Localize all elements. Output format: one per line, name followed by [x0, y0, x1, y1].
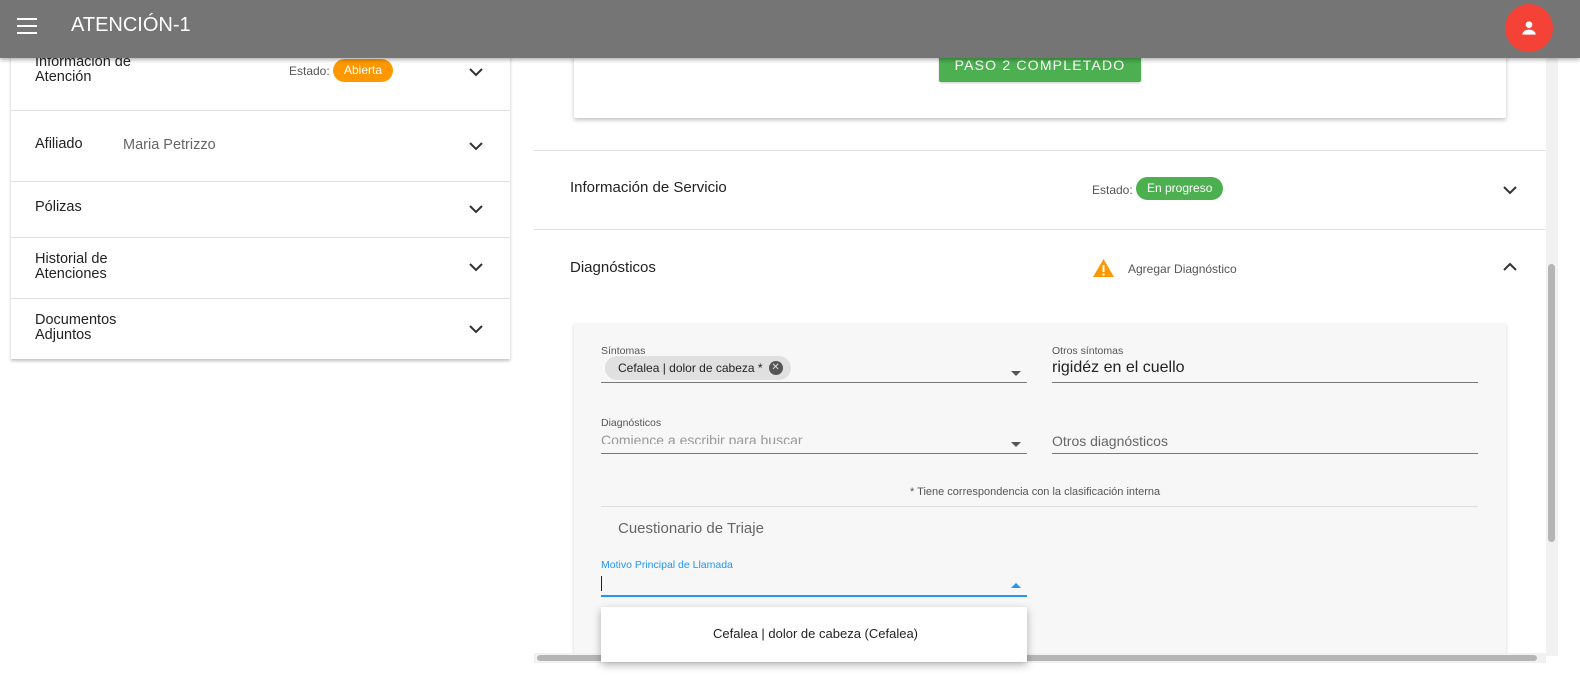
field-label: Motivo Principal de Llamada — [601, 559, 733, 571]
title-line: Historial de — [35, 251, 108, 267]
afiliado-name: Maria Petrizzo — [123, 137, 216, 153]
field-label: Otros síntomas — [1052, 345, 1124, 357]
accordion-title: Documentos Adjuntos — [35, 313, 116, 343]
sintomas-input[interactable] — [601, 382, 1027, 383]
accordion-documentos[interactable]: Documentos Adjuntos — [11, 299, 510, 359]
main-content: PASO 2 COMPLETADO Información de Servici… — [534, 58, 1546, 653]
diagnosticos-search-input[interactable]: Comience a escribir para buscar — [601, 428, 1001, 444]
chevron-down-icon[interactable] — [469, 141, 483, 151]
estado-label: Estado: — [1092, 183, 1133, 197]
otros-diagnosticos-input[interactable] — [1052, 453, 1478, 454]
motivo-input[interactable] — [601, 595, 1027, 597]
chevron-up-icon[interactable] — [1503, 262, 1517, 272]
classification-note: * Tiene correspondencia con la clasifica… — [910, 486, 1161, 498]
app-bar: ATENCIÓN-1 — [0, 0, 1580, 58]
accordion-historial[interactable]: Historial de Atenciones — [11, 238, 510, 299]
chevron-down-icon[interactable] — [469, 262, 483, 272]
accordion-title: Afiliado — [35, 136, 83, 152]
divider — [601, 506, 1478, 507]
triage-title: Cuestionario de Triaje — [618, 520, 764, 537]
chevron-down-icon[interactable] — [1503, 185, 1517, 195]
accordion-polizas[interactable]: Pólizas — [11, 182, 510, 238]
status-badge: En progreso — [1136, 177, 1224, 200]
add-diagnosis-link[interactable]: Agregar Diagnóstico — [1128, 262, 1237, 276]
step-completed-button[interactable]: PASO 2 COMPLETADO — [939, 58, 1141, 82]
left-accordion-panel: Información de Atención Estado: Abierta … — [11, 30, 510, 359]
chevron-down-icon[interactable] — [469, 324, 483, 334]
otros-sintomas-value: rigidéz en el cuello — [1052, 359, 1185, 376]
accordion-title: Información de Atención — [35, 55, 131, 85]
user-avatar-button[interactable] — [1505, 4, 1553, 52]
motivo-dropdown-menu: Cefalea | dolor de cabeza (Cefalea) — [601, 607, 1027, 662]
symptom-chip[interactable]: Cefalea | dolor de cabeza * ✕ — [605, 356, 791, 380]
title-line: Atención — [35, 69, 92, 85]
close-icon[interactable]: ✕ — [768, 361, 783, 375]
person-icon — [1522, 21, 1536, 35]
dropdown-arrow-icon[interactable] — [1011, 583, 1021, 588]
divider — [534, 150, 1546, 151]
text-cursor — [601, 576, 602, 591]
menu-icon[interactable] — [17, 18, 37, 34]
chip-label: Cefalea | dolor de cabeza * — [618, 361, 763, 375]
step-card: PASO 2 COMPLETADO — [574, 58, 1506, 118]
estado-label: Estado: — [289, 64, 330, 78]
accordion-afiliado[interactable]: Afiliado Maria Petrizzo — [11, 111, 510, 182]
diagnosis-form-card: Síntomas Cefalea | dolor de cabeza * ✕ O… — [574, 324, 1506, 653]
title-line: Atenciones — [35, 266, 107, 282]
title-line: Adjuntos — [35, 327, 92, 343]
divider — [534, 229, 1546, 230]
otros-sintomas-input[interactable] — [1052, 382, 1478, 383]
chevron-down-icon[interactable] — [469, 67, 483, 77]
vertical-scroll-thumb[interactable] — [1548, 264, 1555, 542]
dropdown-arrow-icon[interactable] — [1011, 442, 1021, 447]
accordion-title: Pólizas — [35, 199, 82, 215]
dropdown-arrow-icon[interactable] — [1011, 371, 1021, 376]
page-title: ATENCIÓN-1 — [71, 14, 191, 36]
dropdown-option[interactable]: Cefalea | dolor de cabeza (Cefalea) — [713, 626, 918, 641]
chevron-down-icon[interactable] — [469, 204, 483, 214]
title-line: Documentos — [35, 312, 117, 328]
section-title: Información de Servicio — [570, 179, 727, 196]
accordion-title: Historial de Atenciones — [35, 252, 108, 282]
status-badge: Abierta — [333, 59, 394, 82]
placeholder-text: Comience a escribir para buscar — [601, 432, 803, 444]
otros-diagnosticos-placeholder: Otros diagnósticos — [1052, 433, 1168, 449]
section-title: Diagnósticos — [570, 259, 656, 276]
diagnosticos-underline — [601, 453, 1027, 454]
warning-icon — [1093, 259, 1114, 277]
